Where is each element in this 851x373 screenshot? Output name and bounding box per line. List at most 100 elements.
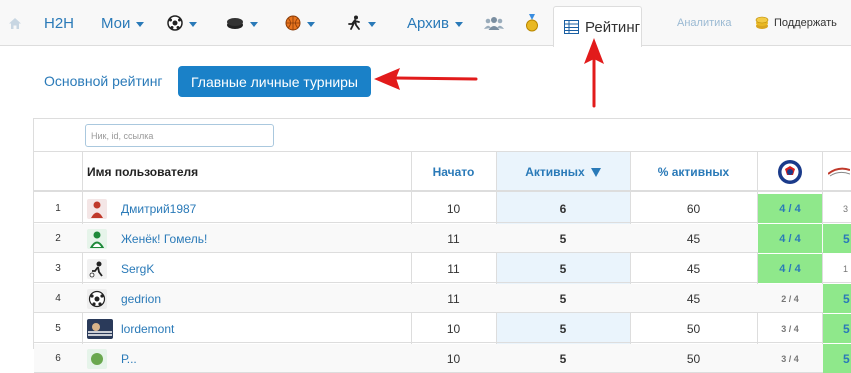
pct-active-value: 45 — [686, 261, 701, 276]
table-row: 5 lordemont 10 5 50 3 / 4 5 — [34, 314, 851, 343]
tournament-ratio[interactable]: 4 / 4 — [758, 254, 822, 283]
tournament-ratio-2[interactable]: 5 — [823, 344, 851, 373]
tab-main-personal-tournaments[interactable]: Главные личные турниры — [178, 66, 371, 97]
avatar[interactable] — [87, 289, 107, 309]
pct-active-value: 60 — [686, 201, 701, 216]
started-value: 11 — [447, 261, 460, 276]
header-active-label: Активных — [525, 165, 585, 179]
runner-icon — [348, 15, 360, 30]
nav-archive-dropdown[interactable]: Архив — [407, 0, 464, 46]
avatar[interactable] — [87, 259, 107, 279]
avatar[interactable] — [87, 229, 107, 249]
search-input[interactable] — [85, 124, 274, 147]
tournament-ratio[interactable]: 3 / 4 — [758, 344, 822, 373]
username-link[interactable]: SergK — [121, 254, 154, 283]
tournament-logo-icon-2[interactable] — [822, 152, 851, 192]
avatar[interactable] — [87, 319, 113, 339]
nav-basketball-dropdown[interactable] — [285, 0, 315, 46]
coins-icon — [755, 16, 769, 29]
football-icon — [167, 15, 183, 31]
nav-mine-dropdown[interactable]: Мои — [101, 0, 145, 46]
top-navbar: H2H Мои Архив Рейтинг Аналитика Поддержа… — [0, 0, 851, 47]
nav-football-dropdown[interactable] — [167, 0, 197, 46]
header-active[interactable]: Активных — [496, 152, 630, 192]
tournament-ratio[interactable]: 4 / 4 — [758, 194, 822, 223]
username-link[interactable]: Женёк! Гомель! — [121, 224, 207, 253]
header-pct-active[interactable]: % активных — [630, 152, 757, 192]
nav-archive-label: Архив — [407, 14, 450, 32]
username-link[interactable]: lordemont — [121, 314, 174, 343]
chevron-down-icon — [368, 21, 376, 27]
tournament-ratio-2[interactable]: 3 — [823, 194, 851, 223]
active-value: 6 — [559, 201, 567, 216]
started-value: 10 — [446, 321, 461, 336]
row-number: 2 — [55, 233, 61, 244]
tournament-ratio-2[interactable]: 5 — [823, 314, 851, 343]
table-header-row: Имя пользователя Начато Активных % актив… — [34, 152, 851, 192]
chevron-down-icon — [189, 21, 197, 27]
table-row: 3 SergK 11 5 45 4 / 4 1 — [34, 254, 851, 283]
started-value: 10 — [446, 201, 461, 216]
tournament-ratio[interactable]: 4 / 4 — [758, 224, 822, 253]
row-number: 4 — [55, 293, 61, 304]
table-row: 2 Женёк! Гомель! 11 5 45 4 / 4 5 — [34, 224, 851, 253]
chevron-down-icon — [307, 21, 315, 27]
username-link[interactable]: Дмитрий1987 — [121, 194, 196, 223]
header-user: Имя пользователя — [87, 165, 199, 179]
basketball-icon — [285, 15, 301, 31]
row-number: 1 — [55, 203, 61, 214]
active-value: 5 — [559, 321, 567, 336]
sort-desc-icon — [590, 167, 601, 177]
search-row — [34, 119, 851, 152]
chevron-down-icon — [136, 21, 145, 27]
tournament-ratio[interactable]: 2 / 4 — [758, 284, 822, 313]
home-icon[interactable] — [8, 0, 24, 46]
active-value: 5 — [559, 351, 567, 366]
nav-analytics[interactable]: Аналитика — [677, 0, 731, 46]
tournament-ratio-2[interactable]: 5 — [823, 284, 851, 313]
rating-table: Имя пользователя Начато Активных % актив… — [33, 118, 851, 373]
tab-main-rating[interactable]: Основной рейтинг — [44, 73, 163, 89]
nav-hockey-dropdown[interactable] — [226, 0, 258, 46]
nav-h2h[interactable]: H2H — [44, 0, 74, 46]
tournament-ratio-2[interactable]: 1 — [823, 254, 851, 283]
avatar[interactable] — [87, 349, 107, 369]
active-value: 5 — [559, 231, 567, 246]
username-link[interactable]: Р... — [121, 344, 137, 373]
row-number: 3 — [55, 263, 61, 274]
chevron-down-icon — [455, 21, 464, 27]
pct-active-value: 50 — [686, 351, 701, 366]
nav-mine-label: Мои — [101, 14, 131, 32]
rating-table-icon — [564, 20, 579, 34]
active-value: 5 — [559, 261, 567, 276]
tournament-ratio-2[interactable]: 5 — [823, 224, 851, 253]
table-row: 4 gedrion 11 5 45 2 / 4 5 — [34, 284, 851, 313]
chevron-down-icon — [250, 21, 258, 27]
pct-active-value: 45 — [686, 231, 701, 246]
table-row: 1 Дмитрий1987 10 6 60 4 / 4 3 — [34, 194, 851, 223]
hockey-puck-icon — [227, 18, 243, 29]
header-started[interactable]: Начато — [411, 152, 496, 192]
annotation-arrow-left-icon — [374, 68, 478, 90]
started-value: 11 — [447, 231, 460, 246]
users-group-icon[interactable] — [484, 0, 504, 46]
active-value: 5 — [559, 291, 567, 306]
nav-support-link[interactable]: Поддержать — [755, 0, 837, 46]
pct-active-value: 45 — [686, 291, 701, 306]
row-number: 5 — [55, 323, 61, 334]
medal-icon[interactable] — [526, 0, 538, 46]
pct-active-value: 50 — [686, 321, 701, 336]
table-row: 6 Р... 10 5 50 3 / 4 5 — [34, 344, 851, 373]
nav-rating-label: Рейтинг — [585, 18, 641, 36]
tournament-logo-icon[interactable] — [757, 152, 822, 192]
nav-athletics-dropdown[interactable] — [346, 0, 376, 46]
row-number: 6 — [55, 353, 61, 364]
started-value: 10 — [446, 351, 461, 366]
started-value: 11 — [447, 291, 460, 306]
avatar[interactable] — [87, 199, 107, 219]
nav-support-label: Поддержать — [774, 17, 837, 29]
username-link[interactable]: gedrion — [121, 284, 161, 313]
tournament-ratio[interactable]: 3 / 4 — [758, 314, 822, 343]
rating-content: Основной рейтинг Главные личные турниры … — [0, 47, 851, 373]
annotation-arrow-up-icon — [584, 38, 604, 108]
